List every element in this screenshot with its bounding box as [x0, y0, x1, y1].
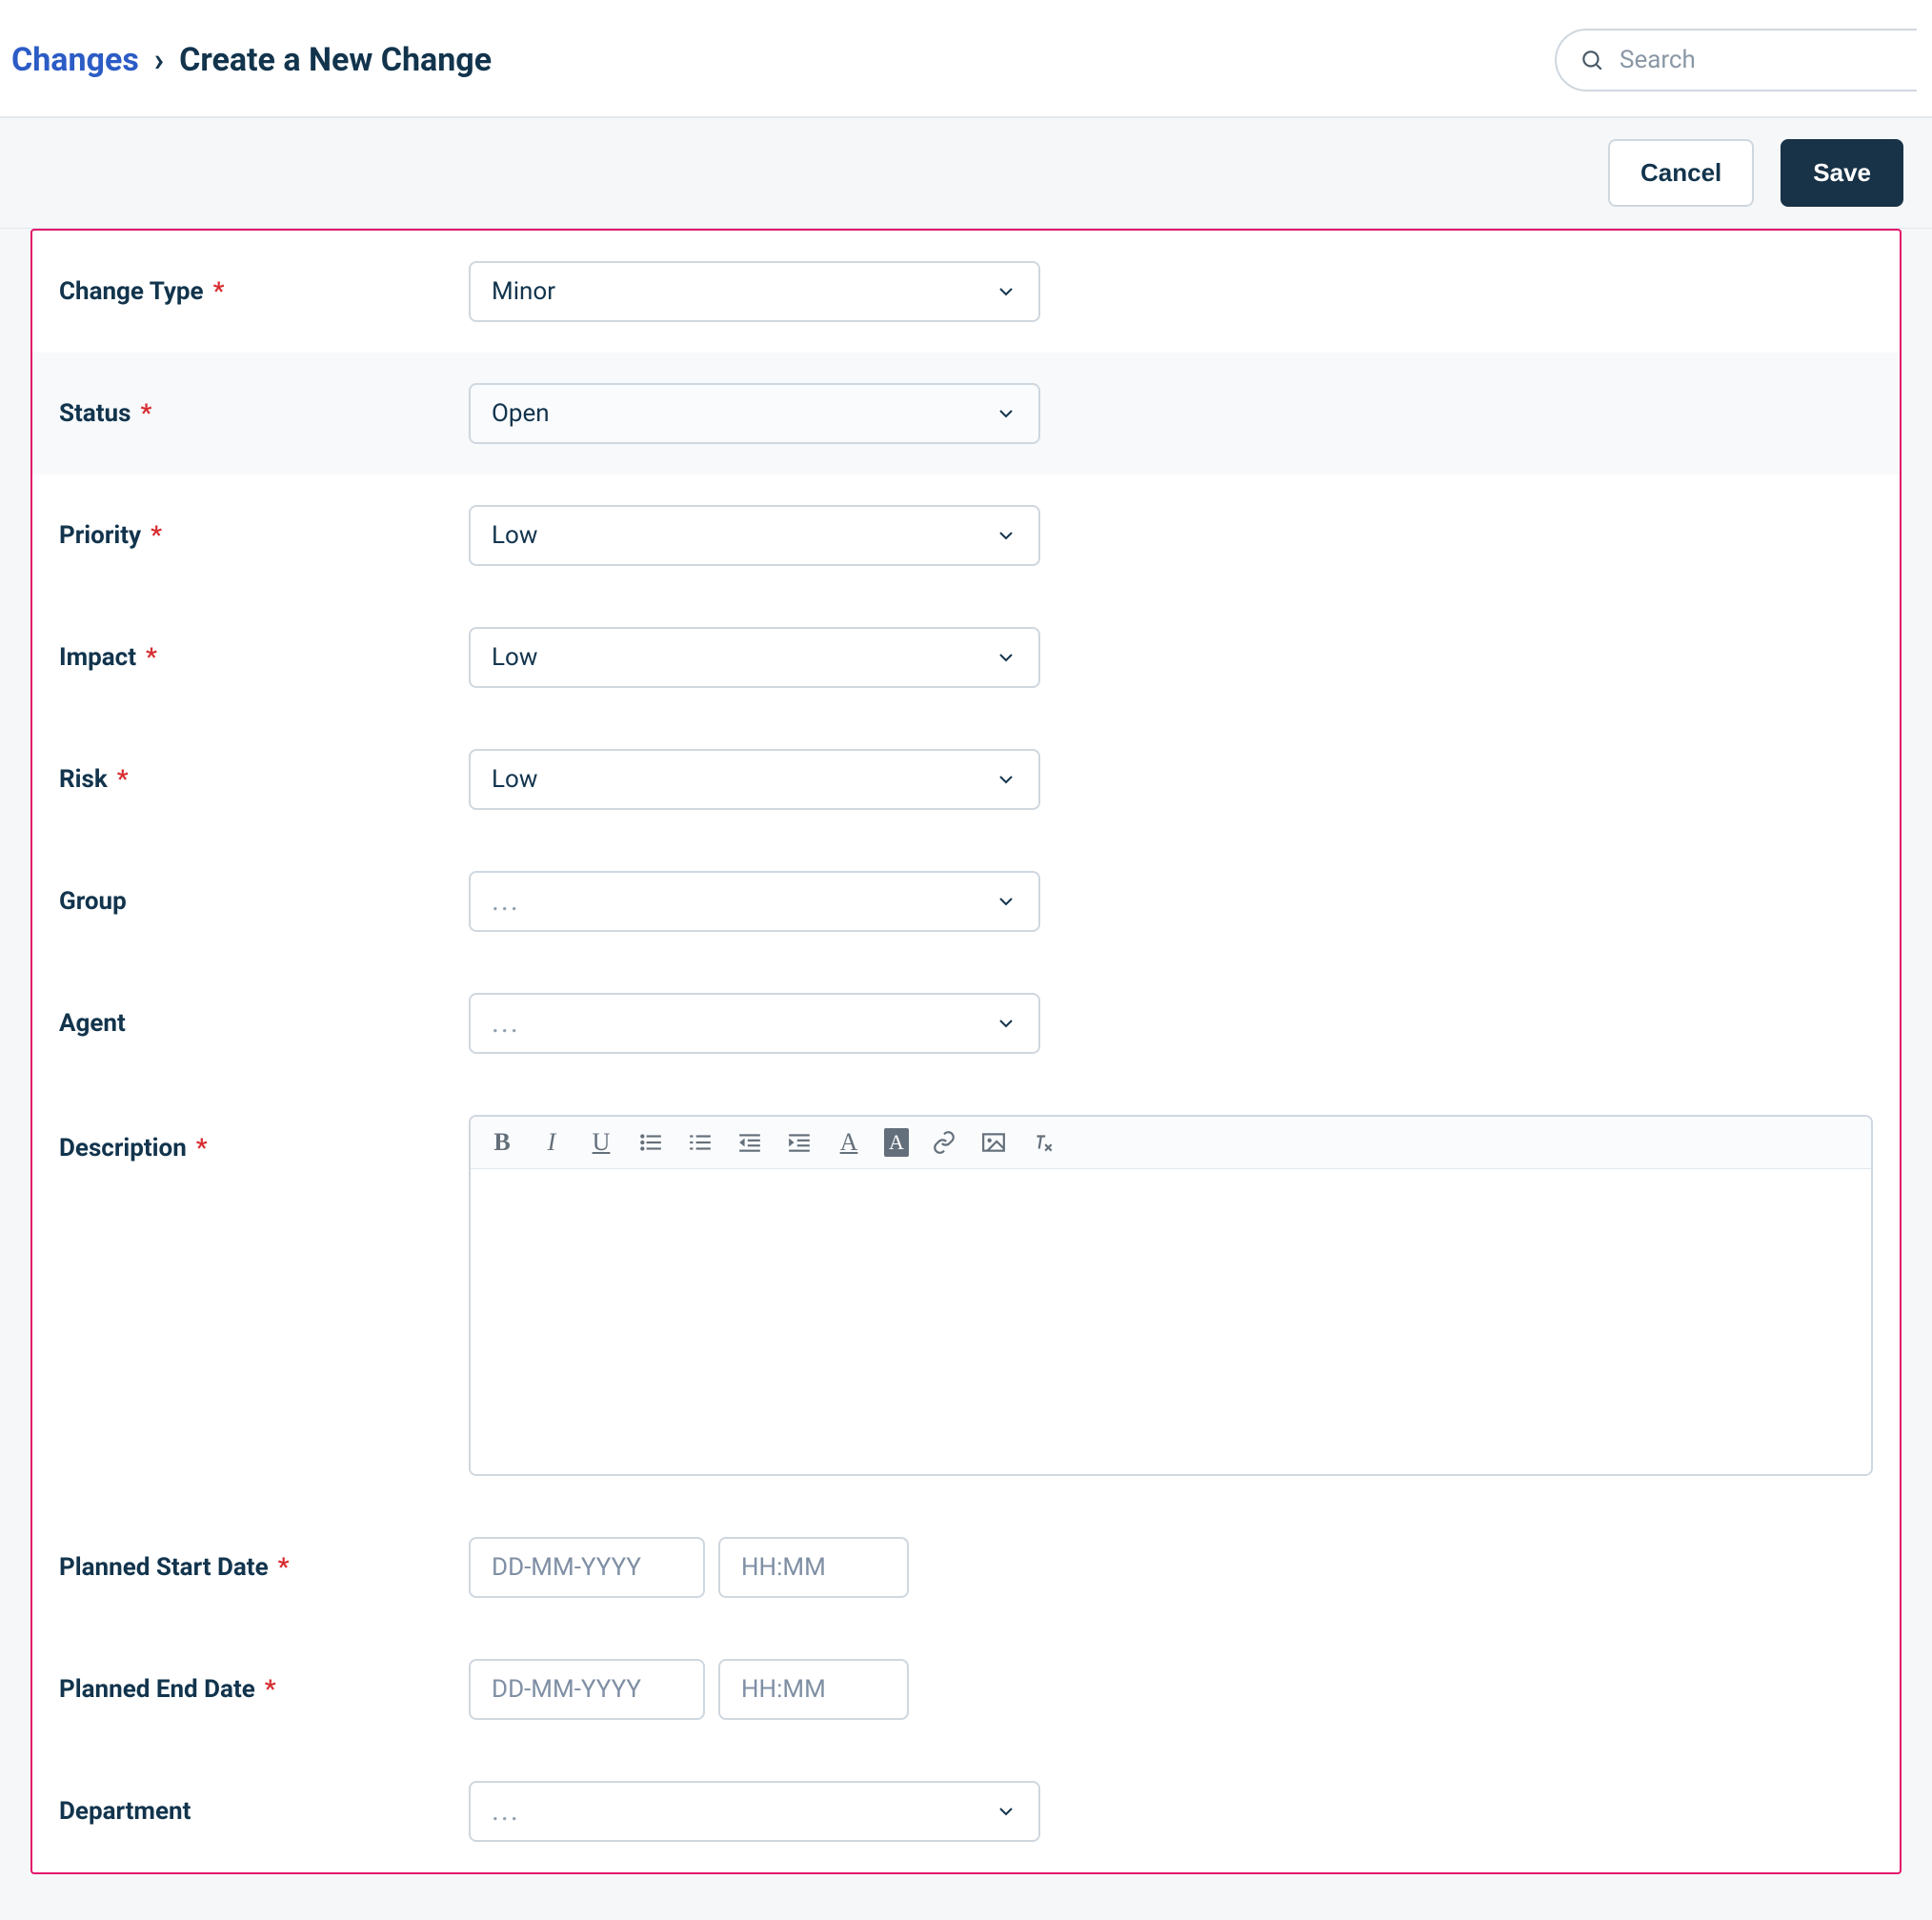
outdent-icon[interactable]	[735, 1130, 764, 1155]
description-editor[interactable]: B I U A A	[469, 1115, 1873, 1476]
label-status: Status*	[59, 399, 469, 428]
planned-start-date-input[interactable]: DD-MM-YYYY	[469, 1537, 705, 1598]
breadcrumb-current: Create a New Change	[179, 41, 492, 79]
new-change-form: Change Type* Minor Status* Open Priority…	[30, 229, 1902, 1874]
department-select[interactable]: ...	[469, 1781, 1040, 1842]
label-priority: Priority*	[59, 521, 469, 550]
impact-select[interactable]: Low	[469, 627, 1040, 688]
breadcrumb-root-link[interactable]: Changes	[11, 41, 139, 79]
bullet-list-icon[interactable]	[636, 1130, 665, 1155]
cancel-button[interactable]: Cancel	[1608, 139, 1754, 207]
chevron-down-icon	[995, 1800, 1017, 1823]
indent-icon[interactable]	[785, 1130, 814, 1155]
planned-start-time-input[interactable]: HH:MM	[718, 1537, 909, 1598]
link-icon[interactable]	[930, 1130, 958, 1155]
clear-format-icon[interactable]	[1029, 1130, 1057, 1155]
group-select[interactable]: ...	[469, 871, 1040, 932]
risk-select[interactable]: Low	[469, 749, 1040, 810]
label-agent: Agent	[59, 1009, 469, 1038]
chevron-down-icon	[995, 280, 1017, 303]
chevron-right-icon: ›	[154, 41, 164, 79]
breadcrumb: Changes › Create a New Change	[11, 41, 492, 79]
change-type-select[interactable]: Minor	[469, 261, 1040, 322]
search-placeholder: Search	[1620, 46, 1696, 74]
search-icon	[1580, 48, 1604, 72]
label-planned-end: Planned End Date*	[59, 1675, 469, 1704]
underline-icon[interactable]: U	[587, 1130, 615, 1155]
editor-toolbar: B I U A A	[471, 1117, 1871, 1169]
chevron-down-icon	[995, 1012, 1017, 1035]
label-change-type: Change Type*	[59, 277, 469, 306]
label-impact: Impact*	[59, 643, 469, 672]
text-color-icon[interactable]: A	[835, 1130, 863, 1155]
chevron-down-icon	[995, 768, 1017, 791]
label-risk: Risk*	[59, 765, 469, 794]
planned-end-time-input[interactable]: HH:MM	[718, 1659, 909, 1720]
agent-select[interactable]: ...	[469, 993, 1040, 1054]
bold-icon[interactable]: B	[488, 1130, 516, 1155]
numbered-list-icon[interactable]	[686, 1130, 714, 1155]
label-group: Group	[59, 887, 469, 916]
label-planned-start: Planned Start Date*	[59, 1553, 469, 1582]
chevron-down-icon	[995, 402, 1017, 425]
label-description: Description*	[59, 1115, 469, 1162]
highlight-color-icon[interactable]: A	[884, 1128, 909, 1157]
image-icon[interactable]	[979, 1130, 1008, 1155]
search-input[interactable]: Search	[1555, 29, 1917, 91]
top-bar: Changes › Create a New Change Search	[0, 0, 1932, 118]
description-textarea[interactable]	[471, 1169, 1871, 1474]
chevron-down-icon	[995, 890, 1017, 913]
chevron-down-icon	[995, 524, 1017, 547]
planned-end-date-input[interactable]: DD-MM-YYYY	[469, 1659, 705, 1720]
label-department: Department	[59, 1797, 469, 1826]
priority-select[interactable]: Low	[469, 505, 1040, 566]
italic-icon[interactable]: I	[537, 1130, 566, 1155]
status-select[interactable]: Open	[469, 383, 1040, 444]
save-button[interactable]: Save	[1781, 139, 1903, 207]
chevron-down-icon	[995, 646, 1017, 669]
action-bar: Cancel Save	[0, 118, 1932, 229]
